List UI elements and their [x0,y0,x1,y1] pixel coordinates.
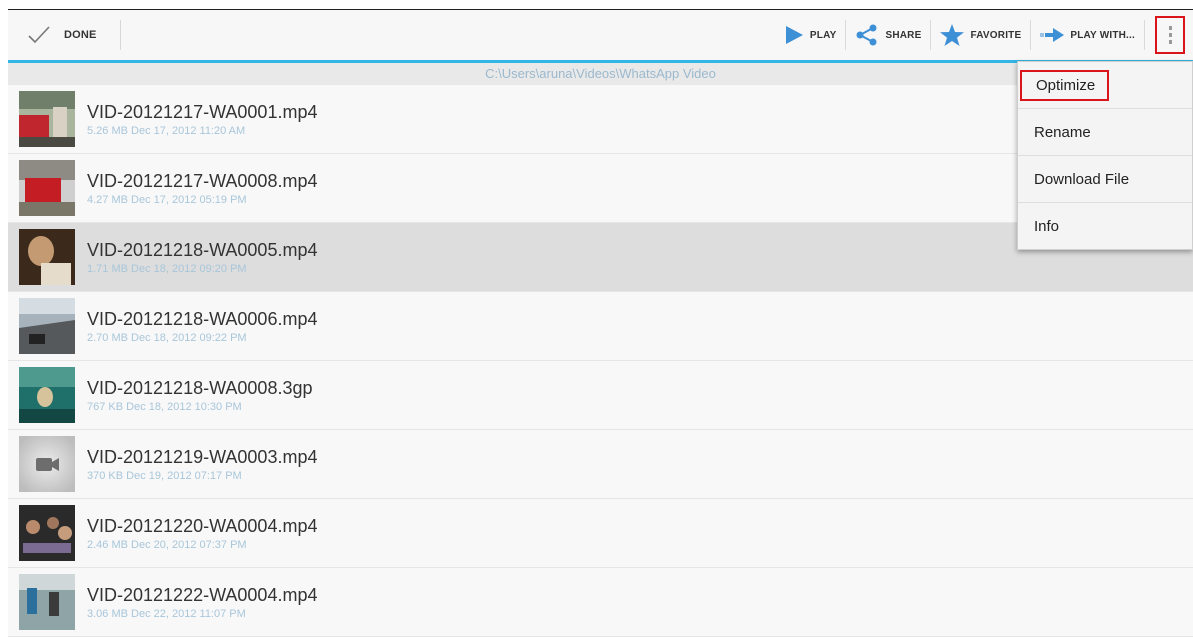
file-info: 2.46 MB Dec 20, 2012 07:37 PM [87,539,247,551]
play-icon [785,26,803,44]
video-thumbnail [19,91,75,147]
file-name: VID-20121220-WA0004.mp4 [87,516,318,536]
file-info: 767 KB Dec 18, 2012 10:30 PM [87,401,242,413]
share-icon [856,24,877,46]
star-icon [940,24,965,46]
file-name: VID-20121218-WA0005.mp4 [87,240,318,260]
more-vert-icon [1168,26,1172,30]
video-thumbnail [19,574,75,630]
favorite-button[interactable]: FAVORITE [931,10,1030,60]
play-button[interactable]: PLAY [775,10,846,60]
file-list: VID-20121217-WA0001.mp4 5.26 MB Dec 17, … [8,85,1193,637]
file-info: 3.06 MB Dec 22, 2012 11:07 PM [87,608,246,620]
file-name: VID-20121219-WA0003.mp4 [87,447,318,467]
file-name: VID-20121218-WA0006.mp4 [87,309,318,329]
file-name: VID-20121222-WA0004.mp4 [87,585,318,605]
divider [1144,20,1145,50]
overflow-menu-button[interactable] [1155,16,1185,54]
file-name: VID-20121218-WA0008.3gp [87,378,313,398]
share-button[interactable]: SHARE [846,10,930,60]
overflow-menu: Optimize Rename Download File Info [1017,61,1193,250]
file-info: 370 KB Dec 19, 2012 07:17 PM [87,470,242,482]
file-info: 2.70 MB Dec 18, 2012 09:22 PM [87,332,247,344]
done-label: DONE [64,29,97,41]
video-thumbnail [19,367,75,423]
file-row[interactable]: VID-20121219-WA0003.mp4 370 KB Dec 19, 2… [8,430,1193,499]
file-row[interactable]: VID-20121218-WA0008.3gp 767 KB Dec 18, 2… [8,361,1193,430]
file-info: 4.27 MB Dec 17, 2012 05:19 PM [87,194,247,206]
file-row[interactable]: VID-20121222-WA0004.mp4 3.06 MB Dec 22, … [8,568,1193,637]
video-thumbnail [19,229,75,285]
menu-item-rename[interactable]: Rename [1018,109,1192,156]
file-info: 5.26 MB Dec 17, 2012 11:20 AM [87,125,246,137]
file-row-selected[interactable]: VID-20121218-WA0005.mp4 1.71 MB Dec 18, … [8,223,1193,292]
menu-item-optimize[interactable]: Optimize [1018,62,1192,109]
play-label: PLAY [809,29,837,41]
file-name: VID-20121217-WA0001.mp4 [87,102,318,122]
file-row[interactable]: VID-20121220-WA0004.mp4 2.46 MB Dec 20, … [8,499,1193,568]
action-buttons: PLAY SHARE FAVORITE PLAY WITH... [775,10,1193,60]
menu-item-download-file[interactable]: Download File [1018,156,1192,203]
share-label: SHARE [885,29,922,41]
file-name: VID-20121217-WA0008.mp4 [87,171,318,191]
file-row[interactable]: VID-20121217-WA0001.mp4 5.26 MB Dec 17, … [8,85,1193,154]
menu-item-info[interactable]: Info [1018,203,1192,249]
menu-item-label: Optimize [1020,69,1110,101]
top-border [0,0,1193,10]
video-thumbnail [19,436,75,492]
favorite-label: FAVORITE [970,29,1022,41]
arrow-right-icon [1040,28,1065,42]
play-with-button[interactable]: PLAY WITH... [1031,10,1144,60]
current-path: C:\Users\aruna\Videos\WhatsApp Video [8,63,1193,85]
video-thumbnail [19,505,75,561]
video-thumbnail [19,160,75,216]
action-bar: DONE PLAY SHARE FAVORITE PLAY WITH... [8,10,1193,63]
file-info: 1.71 MB Dec 18, 2012 09:20 PM [87,263,247,275]
done-button[interactable]: DONE [8,10,120,60]
play-with-label: PLAY WITH... [1070,29,1135,41]
checkmark-icon [26,22,52,48]
file-row[interactable]: VID-20121217-WA0008.mp4 4.27 MB Dec 17, … [8,154,1193,223]
video-thumbnail [19,298,75,354]
divider [120,20,121,50]
file-row[interactable]: VID-20121218-WA0006.mp4 2.70 MB Dec 18, … [8,292,1193,361]
